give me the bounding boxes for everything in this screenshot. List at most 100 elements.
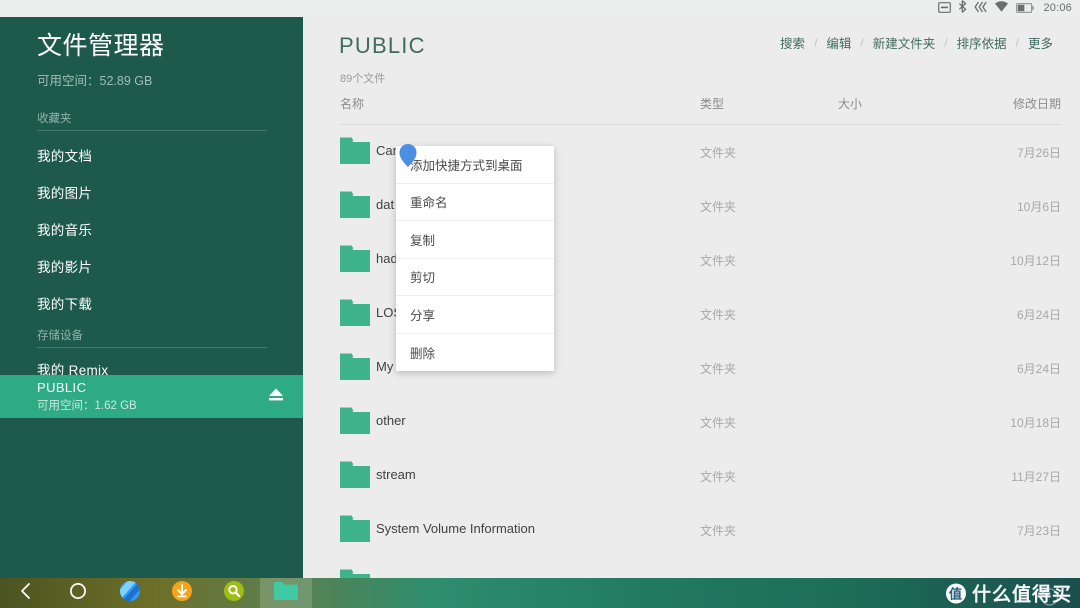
- context-menu-item[interactable]: 剪切: [396, 259, 554, 296]
- status-bar-time: 20:06: [1043, 2, 1072, 14]
- sidebar-item-my-videos[interactable]: 我的影片: [0, 247, 303, 285]
- file-type: 文件夹: [700, 308, 737, 322]
- sidebar-item-my-downloads[interactable]: 我的下载: [0, 284, 303, 322]
- toolbar-actions: 搜索 / 编辑 / 新建文件夹 / 排序依据 / 更多: [771, 33, 1062, 52]
- sync-icon: [974, 0, 988, 18]
- screen: 文件管理器 可用空间：52.89 GB 收藏夹 我的文档 我的图片 我的音乐 我…: [0, 0, 1080, 608]
- folder-icon: [340, 569, 370, 578]
- sidebar-item-label: 我的文档: [37, 149, 93, 164]
- table-row[interactable]: [305, 557, 1080, 578]
- taskbar-back-button[interactable]: [0, 578, 52, 608]
- file-name: My: [376, 359, 394, 374]
- taskbar-search-app-button[interactable]: [208, 578, 260, 608]
- file-name: stream: [376, 467, 416, 482]
- taskbar-download-button[interactable]: [156, 578, 208, 608]
- column-header-type[interactable]: 类型: [700, 95, 724, 112]
- column-header-name[interactable]: 名称: [340, 95, 364, 112]
- file-date: 10月18日: [1010, 416, 1061, 430]
- file-date: 6月24日: [1016, 362, 1061, 376]
- context-menu-item[interactable]: 重命名: [396, 184, 554, 221]
- file-name: System Volume Information: [376, 521, 535, 536]
- taskbar-browser-button[interactable]: [104, 578, 156, 608]
- file-date: 10月6日: [1016, 200, 1061, 214]
- context-menu-item[interactable]: 添加快捷方式到桌面: [396, 146, 554, 184]
- action-new-folder[interactable]: 新建文件夹: [864, 33, 945, 52]
- sidebar: 文件管理器 可用空间：52.89 GB 收藏夹 我的文档 我的图片 我的音乐 我…: [0, 0, 303, 578]
- sidebar-item-label: 我的下载: [37, 297, 93, 312]
- sidebar-item-public[interactable]: PUBLIC 可用空间：1.62 GB: [0, 375, 303, 418]
- app-title: 文件管理器: [37, 32, 165, 60]
- divider-favorites: [37, 130, 267, 131]
- file-type: 文件夹: [700, 146, 737, 160]
- page-title: PUBLIC: [339, 33, 426, 58]
- file-date: 7月26日: [1016, 146, 1061, 160]
- download-icon: [171, 580, 193, 607]
- action-edit[interactable]: 编辑: [817, 33, 860, 52]
- action-search[interactable]: 搜索: [771, 33, 814, 52]
- eject-icon[interactable]: [265, 386, 287, 407]
- file-count: 89个文件: [340, 73, 386, 85]
- context-menu-item[interactable]: 复制: [396, 221, 554, 259]
- touch-cursor-icon: [398, 144, 418, 173]
- sidebar-item-label: PUBLIC: [37, 380, 87, 395]
- taskbar-file-manager-button[interactable]: [260, 578, 312, 608]
- status-bar: 20:06: [0, 0, 1080, 17]
- sidebar-item-sublabel: 可用空间：1.62 GB: [37, 400, 137, 412]
- divider-storage: [37, 347, 267, 348]
- browser-icon: [119, 580, 141, 607]
- home-icon: [69, 582, 87, 605]
- file-date: 6月24日: [1016, 308, 1061, 322]
- wifi-icon: [994, 0, 1009, 18]
- file-date: 10月12日: [1010, 254, 1061, 268]
- sidebar-item-my-music[interactable]: 我的音乐: [0, 210, 303, 248]
- file-name: other: [376, 413, 406, 428]
- sidebar-item-label: 我的图片: [37, 186, 93, 201]
- table-row[interactable]: stream 文件夹 11月27日: [305, 449, 1080, 503]
- file-date: 11月27日: [1011, 470, 1061, 484]
- file-date: 7月23日: [1016, 524, 1061, 538]
- taskbar: 值 什么值得买: [0, 578, 1080, 608]
- status-bar-icons: 20:06: [938, 0, 1072, 17]
- file-name: had: [376, 251, 398, 266]
- file-type: 文件夹: [700, 524, 737, 538]
- back-icon: [18, 582, 34, 605]
- bluetooth-icon: [958, 0, 968, 18]
- file-name: dat: [376, 197, 395, 212]
- folder-icon: [340, 299, 370, 326]
- folder-icon: [340, 137, 370, 164]
- section-label-favorites: 收藏夹: [37, 113, 72, 125]
- watermark-ring-icon: [1041, 588, 1058, 606]
- taskbar-home-button[interactable]: [52, 578, 104, 608]
- file-type: 文件夹: [700, 254, 737, 268]
- context-menu-item[interactable]: 删除: [396, 334, 554, 372]
- file-type: 文件夹: [700, 416, 737, 430]
- folder-icon: [340, 461, 370, 488]
- sidebar-item-my-documents[interactable]: 我的文档: [0, 136, 303, 174]
- battery-icon: [1016, 0, 1035, 18]
- file-type: 文件夹: [700, 362, 737, 376]
- action-more[interactable]: 更多: [1019, 33, 1062, 52]
- sidebar-item-my-pictures[interactable]: 我的图片: [0, 173, 303, 211]
- sidebar-item-label: 我的音乐: [37, 223, 93, 238]
- file-manager-icon: [273, 580, 299, 607]
- watermark-badge: 值: [945, 583, 966, 603]
- folder-icon: [340, 515, 370, 542]
- column-header-date[interactable]: 修改日期: [1013, 95, 1061, 112]
- file-type: 文件夹: [700, 470, 737, 484]
- table-row[interactable]: System Volume Information 文件夹 7月23日: [305, 503, 1080, 557]
- folder-icon: [340, 245, 370, 272]
- context-menu-item[interactable]: 分享: [396, 296, 554, 334]
- column-headers: 名称 类型 大小 修改日期: [305, 95, 1080, 123]
- file-type: 文件夹: [700, 200, 737, 214]
- folder-icon: [340, 191, 370, 218]
- sidebar-item-label: 我的影片: [37, 260, 93, 275]
- section-label-storage: 存储设备: [37, 330, 83, 342]
- context-menu: 添加快捷方式到桌面 重命名 复制 剪切 分享 删除: [396, 146, 554, 371]
- column-header-size[interactable]: 大小: [838, 95, 862, 112]
- table-row[interactable]: other 文件夹 10月18日: [305, 395, 1080, 449]
- screencast-icon: [938, 0, 952, 18]
- action-sort-by[interactable]: 排序依据: [948, 33, 1016, 52]
- folder-icon: [340, 353, 370, 380]
- app-free-space: 可用空间：52.89 GB: [37, 74, 153, 88]
- watermark: 值 什么值得买: [945, 580, 1072, 607]
